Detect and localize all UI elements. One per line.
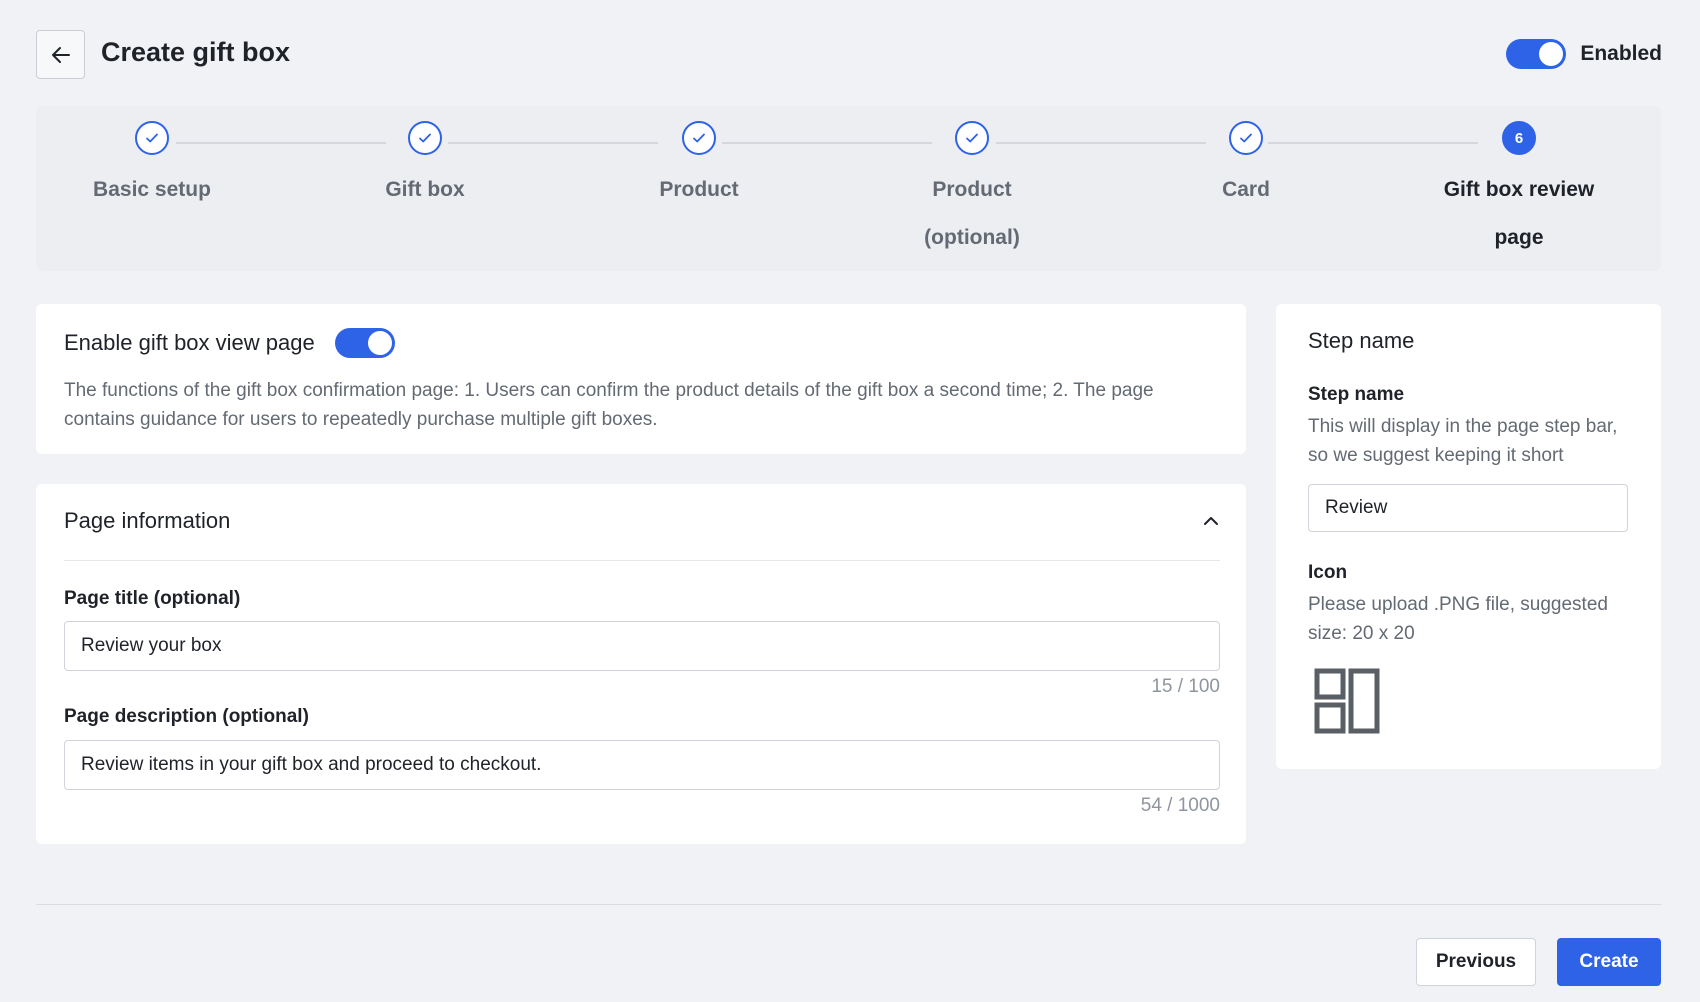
enable-view-page-title: Enable gift box view page [64,330,315,355]
step-label: Card [1222,178,1270,201]
page-description-input[interactable] [64,740,1220,790]
back-button[interactable] [36,30,85,79]
step-name-label: Step name [1308,384,1405,405]
icon-description: Please upload .PNG file, suggested size:… [1308,594,1608,644]
step-label: Gift box [385,178,465,201]
page-description-counter: 54 / 1000 [1140,795,1220,816]
arrow-left-icon [51,46,70,63]
enable-row: Enable gift box view page [64,328,395,358]
step-name-input[interactable] [1308,484,1628,532]
step-check-icon [135,121,169,155]
toggle-knob [367,331,392,355]
step-card[interactable]: Card [1136,121,1356,214]
page-title-input[interactable] [64,621,1220,671]
layout-panels-icon[interactable] [1314,668,1380,739]
divider [64,560,1220,561]
step-bar: Basic setup Gift box Product Product (op… [36,106,1661,271]
create-button[interactable]: Create [1557,938,1661,986]
icon-label: Icon [1308,562,1348,583]
enabled-label: Enabled [1580,42,1662,65]
step-check-icon [955,121,989,155]
step-basic-setup[interactable]: Basic setup [42,121,262,214]
step-check-icon [1229,121,1263,155]
step-gift-box-review-page[interactable]: 6 Gift box review page [1409,121,1629,262]
step-label: Product (optional) [924,178,1020,249]
page-description-label: Page description (optional) [64,706,309,727]
page-information-title: Page information [64,508,231,533]
enable-view-page-description: The functions of the gift box confirmati… [64,380,1154,430]
page-header: Create gift box Enabled [36,30,1662,80]
page-title-label: Page title (optional) [64,588,241,609]
page-title-counter: 15 / 100 [1151,676,1220,697]
enable-view-page-card: Enable gift box view page The functions … [36,304,1246,454]
step-label: Gift box review page [1443,178,1595,249]
step-check-icon [682,121,716,155]
step-product[interactable]: Product [589,121,809,214]
chevron-up-icon[interactable] [1202,514,1220,532]
step-product-optional[interactable]: Product (optional) [862,121,1082,262]
step-label: Basic setup [93,178,211,201]
step-label: Product [659,178,739,201]
step-check-icon [408,121,442,155]
page-title: Create gift box [101,37,291,67]
previous-button[interactable]: Previous [1416,938,1536,986]
step-gift-box[interactable]: Gift box [315,121,535,214]
step-number-badge: 6 [1502,121,1536,155]
enabled-toggle[interactable] [1506,39,1567,69]
enable-view-page-toggle[interactable] [334,328,395,358]
step-name-description: This will display in the page step bar, … [1308,416,1618,466]
step-name-card: Step name Step name This will display in… [1276,304,1661,769]
step-name-card-title: Step name [1308,328,1415,353]
toggle-knob [1539,42,1564,66]
page-information-card: Page information Page title (optional) 1… [36,484,1246,844]
footer-divider [36,904,1661,905]
enabled-toggle-group: Enabled [1506,39,1662,69]
